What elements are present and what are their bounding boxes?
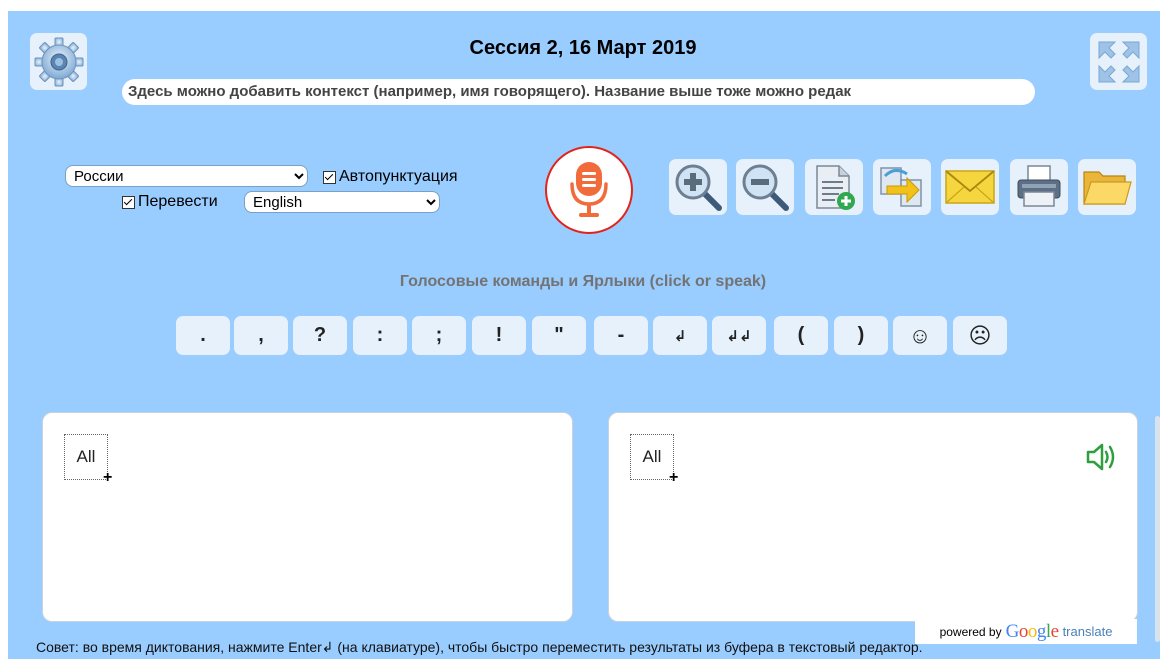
new-document-button[interactable] [805,159,863,215]
close-paren-key[interactable]: ) [834,316,888,355]
zoom-out-icon [742,164,789,211]
settings-button[interactable] [30,33,87,90]
app-panel: Сессия 2, 16 Март 2019 Здесь можно добав… [8,11,1160,659]
open-folder-button[interactable] [1078,159,1136,215]
new-document-icon [816,165,855,210]
translate-label: Перевести [138,193,218,210]
smile-key[interactable]: ☺ [893,316,947,355]
quote-key[interactable]: " [532,316,586,355]
google-logo: Google [1005,620,1059,642]
powered-by-google-translate[interactable]: powered by Google translate [915,619,1137,644]
zoom-in-icon [675,164,722,211]
print-button[interactable] [1010,159,1068,215]
translation-editor[interactable]: All + [608,412,1138,622]
zoom-out-button[interactable] [736,159,794,215]
dictation-editor[interactable]: All + [42,412,573,622]
folder-icon [1083,171,1132,205]
translate-checkbox[interactable]: Перевести [122,193,218,211]
scrollbar[interactable] [1155,416,1160,642]
translate-language-select[interactable]: English [244,191,440,213]
question-key[interactable]: ? [293,316,347,355]
tip-text: Совет: во время диктования, нажмите Ente… [36,639,923,655]
email-button[interactable] [941,159,999,215]
context-input[interactable]: Здесь можно добавить контекст (например,… [122,79,1035,105]
resize-handle-icon[interactable]: + [669,469,678,487]
translate-word: translate [1062,624,1113,639]
email-icon [945,170,995,204]
period-key[interactable]: . [176,316,230,355]
recognition-language-select[interactable]: России [65,165,308,187]
microphone-icon [570,162,608,217]
new-paragraph-key[interactable]: ↲↲ [712,316,766,355]
microphone-button[interactable] [545,146,633,234]
checkbox-checked-icon [323,170,336,184]
session-title[interactable]: Сессия 2, 16 Март 2019 [158,37,1008,60]
speaker-icon[interactable] [1085,442,1117,472]
resize-handle-icon[interactable]: + [103,469,112,487]
fullscreen-icon [1098,41,1139,82]
fullscreen-button[interactable] [1090,33,1147,90]
checkbox-checked-icon [122,195,135,209]
semicolon-key[interactable]: ; [412,316,466,355]
colon-key[interactable]: : [353,316,407,355]
comma-key[interactable]: , [234,316,288,355]
frown-key[interactable]: ☹ [953,316,1007,355]
exclamation-key[interactable]: ! [472,316,526,355]
print-icon [1017,165,1061,207]
autopunctuation-label: Автопунктуация [339,168,458,185]
export-button[interactable] [873,159,931,215]
open-paren-key[interactable]: ( [774,316,828,355]
export-icon [880,167,922,207]
settings-gear-icon [34,37,83,86]
powered-by-text: powered by [939,624,1002,639]
speaker-tag[interactable]: All [64,434,108,480]
autopunctuation-checkbox[interactable]: Автопунктуация [323,168,458,186]
speaker-tag[interactable]: All [630,434,674,480]
newline-key[interactable]: ↲ [653,316,707,355]
zoom-in-button[interactable] [669,159,727,215]
voice-commands-hint: Голосовые команды и Ярлыки (click or spe… [399,273,767,290]
dash-key[interactable]: - [594,316,648,355]
